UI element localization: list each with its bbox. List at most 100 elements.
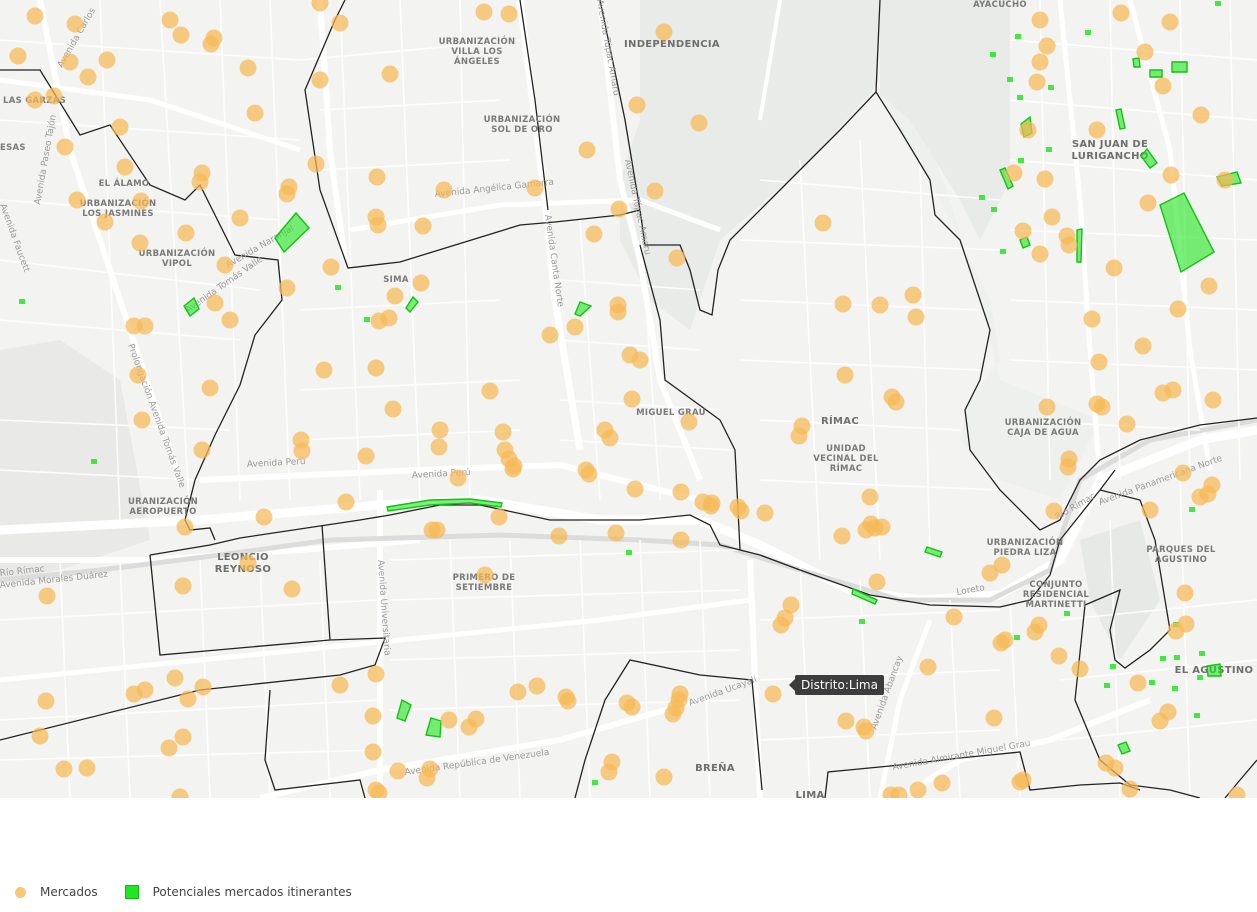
- market-point[interactable]: [166, 669, 184, 687]
- market-point[interactable]: [559, 692, 577, 710]
- market-point[interactable]: [909, 781, 927, 799]
- itinerant-market-area[interactable]: [979, 195, 985, 200]
- market-point[interactable]: [191, 173, 209, 191]
- market-point[interactable]: [414, 217, 432, 235]
- itinerant-market-area[interactable]: [1194, 713, 1200, 718]
- market-point[interactable]: [278, 185, 296, 203]
- market-point[interactable]: [541, 326, 559, 344]
- itinerant-market-area[interactable]: [859, 619, 865, 624]
- market-point[interactable]: [772, 616, 790, 634]
- market-point[interactable]: [1192, 106, 1210, 124]
- market-point[interactable]: [500, 5, 518, 23]
- market-point[interactable]: [996, 631, 1014, 649]
- market-point[interactable]: [430, 438, 448, 456]
- market-point[interactable]: [672, 483, 690, 501]
- market-point[interactable]: [311, 71, 329, 89]
- itinerant-market-area[interactable]: [1189, 507, 1195, 512]
- itinerant-market-area[interactable]: [1149, 680, 1155, 685]
- market-point[interactable]: [1088, 121, 1106, 139]
- market-point[interactable]: [1169, 300, 1187, 318]
- itinerant-market-area[interactable]: [425, 717, 442, 738]
- market-point[interactable]: [56, 138, 74, 156]
- market-point[interactable]: [868, 573, 886, 591]
- market-point[interactable]: [836, 366, 854, 384]
- market-point[interactable]: [814, 214, 832, 232]
- market-point[interactable]: [790, 427, 808, 445]
- market-point[interactable]: [626, 480, 644, 498]
- market-point[interactable]: [1204, 391, 1222, 409]
- market-point[interactable]: [96, 213, 114, 231]
- market-point[interactable]: [646, 182, 664, 200]
- market-point[interactable]: [1121, 780, 1139, 798]
- market-point[interactable]: [702, 497, 720, 515]
- itinerant-market-area[interactable]: [1085, 30, 1091, 35]
- market-point[interactable]: [1176, 584, 1194, 602]
- market-point[interactable]: [194, 678, 212, 696]
- market-point[interactable]: [861, 488, 879, 506]
- market-point[interactable]: [873, 518, 891, 536]
- market-point[interactable]: [1161, 13, 1179, 31]
- market-point[interactable]: [283, 580, 301, 598]
- itinerant-market-area[interactable]: [1017, 95, 1023, 100]
- itinerant-market-area[interactable]: [1076, 228, 1083, 263]
- market-point[interactable]: [367, 665, 385, 683]
- market-point[interactable]: [1191, 488, 1209, 506]
- itinerant-market-area[interactable]: [1174, 655, 1180, 660]
- market-point[interactable]: [655, 768, 673, 786]
- itinerant-market-area[interactable]: [1199, 651, 1205, 656]
- market-point[interactable]: [623, 390, 641, 408]
- legend-item-markets[interactable]: Mercados: [10, 885, 98, 899]
- itinerant-market-area[interactable]: [19, 299, 25, 304]
- market-point[interactable]: [476, 566, 494, 584]
- market-point[interactable]: [293, 442, 311, 460]
- itinerant-market-area[interactable]: [1018, 158, 1024, 163]
- itinerant-market-area[interactable]: [1172, 686, 1178, 691]
- market-point[interactable]: [26, 91, 44, 109]
- market-point[interactable]: [481, 382, 499, 400]
- market-point[interactable]: [1118, 415, 1136, 433]
- market-point[interactable]: [45, 87, 63, 105]
- market-point[interactable]: [78, 759, 96, 777]
- market-point[interactable]: [756, 504, 774, 522]
- itinerant-market-area[interactable]: [1159, 192, 1215, 274]
- market-point[interactable]: [1090, 353, 1108, 371]
- market-point[interactable]: [1162, 166, 1180, 184]
- market-point[interactable]: [668, 249, 686, 267]
- market-point[interactable]: [160, 739, 178, 757]
- itinerant-market-area[interactable]: [1015, 34, 1021, 39]
- market-point[interactable]: [907, 308, 925, 326]
- market-point[interactable]: [475, 3, 493, 21]
- itinerant-market-area[interactable]: [1046, 147, 1052, 152]
- itinerant-market-area[interactable]: [1149, 69, 1163, 78]
- itinerant-market-area[interactable]: [924, 546, 943, 558]
- market-point[interactable]: [428, 521, 446, 539]
- market-point[interactable]: [307, 155, 325, 173]
- itinerant-market-area[interactable]: [91, 459, 97, 464]
- market-point[interactable]: [179, 690, 197, 708]
- market-point[interactable]: [1059, 458, 1077, 476]
- itinerant-market-area[interactable]: [574, 301, 593, 317]
- market-point[interactable]: [601, 429, 619, 447]
- market-point[interactable]: [216, 256, 234, 274]
- market-point[interactable]: [98, 51, 116, 69]
- itinerant-market-area[interactable]: [1110, 664, 1116, 669]
- market-point[interactable]: [1136, 43, 1154, 61]
- itinerant-market-area[interactable]: [592, 780, 598, 785]
- market-point[interactable]: [116, 158, 134, 176]
- itinerant-market-area[interactable]: [396, 698, 412, 722]
- market-point[interactable]: [31, 727, 49, 745]
- itinerant-market-area[interactable]: [335, 285, 341, 290]
- market-point[interactable]: [1005, 164, 1023, 182]
- itinerant-market-area[interactable]: [364, 317, 370, 322]
- market-point[interactable]: [1134, 337, 1152, 355]
- market-point[interactable]: [206, 294, 224, 312]
- market-point[interactable]: [1014, 222, 1032, 240]
- market-point[interactable]: [1200, 277, 1218, 295]
- market-point[interactable]: [526, 179, 544, 197]
- market-point[interactable]: [600, 763, 618, 781]
- market-point[interactable]: [631, 351, 649, 369]
- market-point[interactable]: [732, 502, 750, 520]
- market-point[interactable]: [37, 692, 55, 710]
- market-point[interactable]: [133, 411, 151, 429]
- market-point[interactable]: [1031, 245, 1049, 263]
